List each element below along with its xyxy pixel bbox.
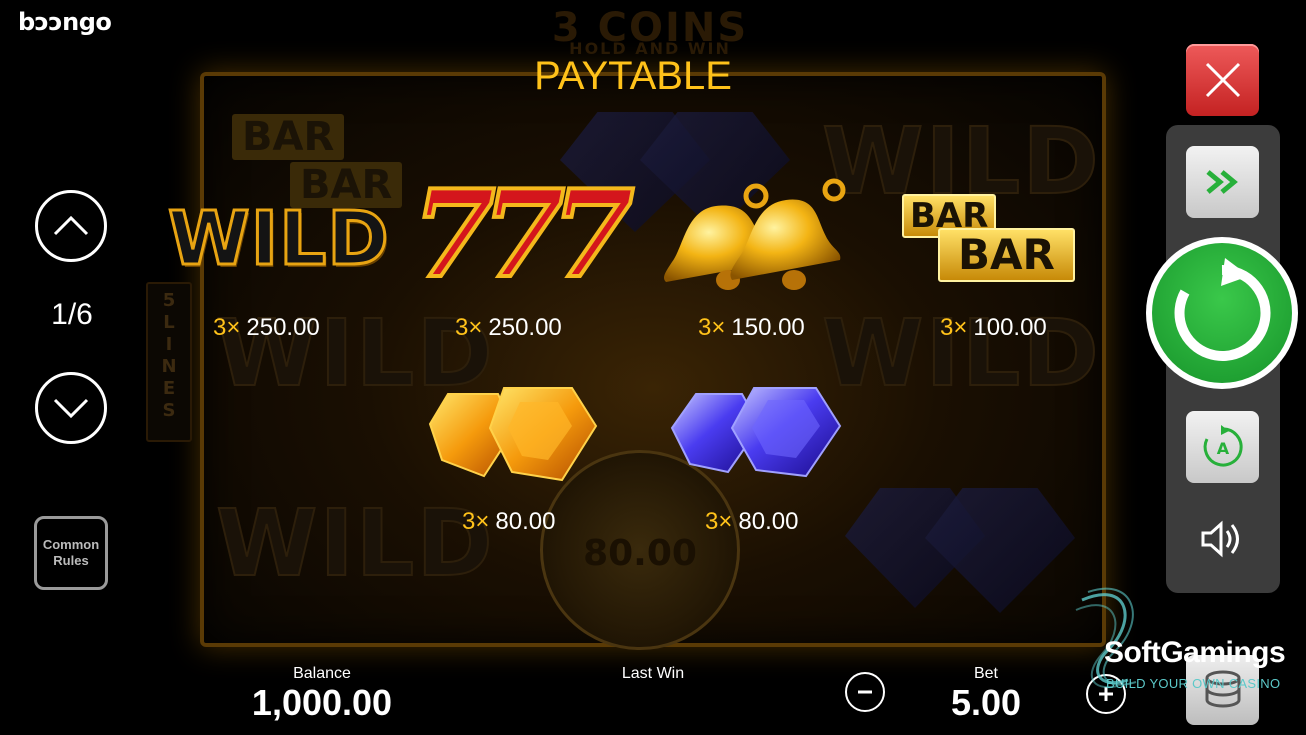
autoplay-button[interactable]: A <box>1186 411 1259 483</box>
sound-icon <box>1201 520 1239 558</box>
blue-gems-symbol <box>670 387 842 478</box>
page-up-button[interactable] <box>35 190 107 262</box>
payout-multiplier: 3× <box>705 508 733 535</box>
watermark-tagline: BUILD YOUR OWN CASINO <box>1106 676 1281 691</box>
close-icon <box>1205 62 1240 98</box>
common-rules-label: Rules <box>53 553 89 568</box>
minus-icon <box>858 690 872 694</box>
payout-value: 80.00 <box>738 508 799 535</box>
payout-multiplier: 3× <box>455 314 483 341</box>
sound-button[interactable] <box>1195 515 1251 563</box>
fast-forward-icon <box>1205 170 1238 194</box>
background-wild-symbol: WILD <box>215 489 495 598</box>
bells-payout: 3× 150.00 <box>698 314 805 342</box>
payout-multiplier: 3× <box>940 314 968 341</box>
spin-button-face <box>1152 243 1292 383</box>
sevens-symbol: 777 <box>410 164 636 305</box>
orange-gems-payout: 3× 80.00 <box>462 508 555 536</box>
payout-multiplier: 3× <box>698 314 726 341</box>
payout-value: 150.00 <box>731 314 805 341</box>
payout-value: 250.00 <box>246 314 320 341</box>
watermark-name: SoftGamings <box>1104 636 1286 669</box>
payout-multiplier: 3× <box>213 314 241 341</box>
lines-label-text: 5 LINES <box>161 290 177 421</box>
autoplay-icon: A <box>1203 425 1243 467</box>
balance-value: 1,000.00 <box>251 682 393 723</box>
payout-value: 80.00 <box>495 508 556 535</box>
balance-label: Balance <box>293 665 351 682</box>
common-rules-button[interactable]: Common Rules <box>34 516 108 590</box>
bar-bottom: BAR <box>938 228 1075 282</box>
wild-symbol: WILD <box>167 195 391 284</box>
background-bar-symbol: BAR <box>232 114 345 160</box>
turbo-button[interactable] <box>1186 146 1259 218</box>
sevens-payout: 3× 250.00 <box>455 314 562 342</box>
bet-label: Bet <box>973 665 998 682</box>
page-indicator: 1/6 <box>51 298 93 331</box>
last-win-label: Last Win <box>621 665 685 682</box>
blue-gems-payout: 3× 80.00 <box>705 508 798 536</box>
chevron-down-icon <box>53 398 89 419</box>
lines-label: 5 LINES <box>146 282 192 442</box>
decrease-bet-button[interactable] <box>845 672 885 712</box>
bells-symbol <box>664 178 846 290</box>
page-down-button[interactable] <box>35 372 107 444</box>
spin-button[interactable] <box>1146 237 1298 389</box>
payout-multiplier: 3× <box>462 508 490 535</box>
page-title: PAYTABLE <box>534 54 732 98</box>
close-button[interactable] <box>1186 44 1259 116</box>
brand-logo: bɔɔngo <box>18 8 112 36</box>
payout-value: 100.00 <box>973 314 1047 341</box>
bar-bar-symbol: BAR BAR <box>900 194 1090 288</box>
chevron-up-icon <box>53 215 89 236</box>
wild-payout: 3× 250.00 <box>213 314 320 342</box>
bar-bar-payout: 3× 100.00 <box>940 314 1047 342</box>
bet-value: 5.00 <box>950 682 1022 723</box>
orange-gems-symbol <box>428 387 598 482</box>
payout-value: 250.00 <box>488 314 562 341</box>
background-coin-value: 80.00 <box>583 533 697 574</box>
common-rules-label: Common <box>42 537 100 552</box>
spin-icon <box>1174 258 1271 361</box>
svg-text:A: A <box>1216 439 1229 458</box>
